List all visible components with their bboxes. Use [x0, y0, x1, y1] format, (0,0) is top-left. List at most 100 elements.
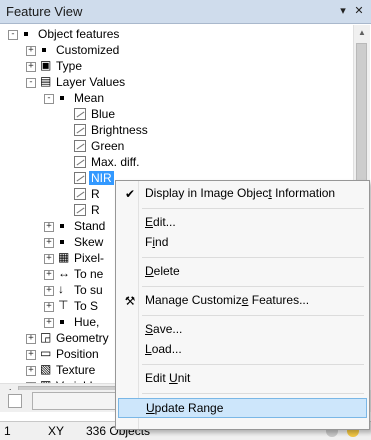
tree-node-label: R — [91, 203, 100, 217]
tree-node-label: Skew — [74, 235, 104, 249]
menu-item-find[interactable]: Find — [118, 233, 367, 253]
expand-icon[interactable]: + — [26, 366, 36, 376]
bullet-icon — [24, 32, 28, 36]
sub-object-icon: ↓ — [58, 282, 64, 296]
menu-item-label: Display in Image Object Information — [145, 186, 336, 200]
expand-icon[interactable]: + — [26, 350, 36, 360]
bullet-icon — [60, 96, 64, 100]
menu-item-label: Find — [145, 235, 169, 249]
expand-icon[interactable]: + — [44, 270, 54, 280]
tree-node[interactable]: Max. diff. — [4, 154, 349, 170]
feature-chart-icon — [74, 108, 86, 120]
menu-item-manage-customize-features[interactable]: ⚒ Manage Customize Features... — [118, 291, 367, 311]
feature-chart-icon — [74, 204, 86, 216]
layer-values-icon: ▤ — [40, 74, 52, 88]
pixel-grid-icon: ▦ — [58, 250, 70, 264]
tree-node-label: To su — [74, 283, 103, 297]
tree-node-label: NIR — [89, 171, 114, 185]
menu-separator — [142, 393, 364, 394]
menu-item-display-in-image-object-information[interactable]: ✔ Display in Image Object Information — [118, 184, 367, 204]
expand-icon[interactable]: + — [26, 46, 36, 56]
tree-node-label: Hue, — [74, 315, 100, 329]
tree-node-label: Geometry — [56, 331, 109, 345]
expand-icon[interactable]: + — [44, 254, 54, 264]
title-bar: Feature View ▾ ✕ — [0, 0, 371, 24]
tree-node-label: Max. diff. — [91, 155, 140, 169]
tree-node-label: Object features — [38, 27, 120, 41]
expand-icon[interactable]: + — [44, 222, 54, 232]
menu-item-label: Delete — [145, 264, 180, 278]
tree-node-label: Position — [56, 347, 99, 361]
scroll-up-icon[interactable]: ▲ — [354, 25, 370, 41]
tree-node-label: Customized — [56, 43, 120, 57]
menu-item-label: Manage Customize Features... — [145, 293, 310, 307]
tools-icon: ⚒ — [124, 294, 136, 308]
bullet-icon — [60, 224, 64, 228]
tree-node-label: Texture — [56, 363, 96, 377]
menu-separator — [142, 364, 364, 365]
context-menu: ✔ Display in Image Object Information Edit… — [115, 180, 370, 430]
type-icon: ▣ — [40, 58, 52, 72]
tree-node[interactable]: - ▤ Layer Values — [4, 74, 349, 90]
tree-node[interactable]: Green — [4, 138, 349, 154]
expand-icon[interactable]: + — [44, 318, 54, 328]
bullet-icon — [60, 320, 64, 324]
menu-item-label: Edit... — [145, 215, 176, 229]
tree-node[interactable]: - Mean — [4, 90, 349, 106]
menu-item-label: Edit Unit — [145, 371, 191, 385]
tree-node[interactable]: + Customized — [4, 42, 349, 58]
status-level: 1 — [4, 424, 11, 438]
menu-item-update-range[interactable]: Update Range — [118, 398, 367, 418]
tree-node-label: To ne — [74, 267, 104, 281]
pin-dropdown-icon[interactable]: ▾ — [336, 3, 350, 19]
tree-node[interactable]: - Object features — [4, 26, 349, 42]
bullet-icon — [60, 240, 64, 244]
menu-item-load[interactable]: Load... — [118, 340, 367, 360]
collapse-icon[interactable]: - — [8, 30, 18, 40]
menu-item-edit[interactable]: Edit... — [118, 213, 367, 233]
option-checkbox[interactable] — [8, 394, 22, 408]
status-unit: XY — [48, 424, 65, 438]
expand-icon[interactable]: + — [44, 302, 54, 312]
window-title: Feature View — [6, 4, 83, 19]
tree-node-label: Brightness — [91, 123, 148, 137]
expand-icon[interactable]: + — [26, 334, 36, 344]
menu-separator — [142, 286, 364, 287]
menu-item-save[interactable]: Save... — [118, 320, 367, 340]
menu-item-delete[interactable]: Delete — [118, 262, 367, 282]
menu-item-edit-unit[interactable]: Edit Unit — [118, 369, 367, 389]
tree-node-label: Pixel- — [74, 251, 105, 265]
tree-node-label: R — [91, 187, 100, 201]
geometry-icon: ◲ — [40, 330, 52, 344]
expand-icon[interactable]: + — [44, 286, 54, 296]
feature-chart-icon — [74, 188, 86, 200]
tree-node[interactable]: Blue — [4, 106, 349, 122]
tree-node-label: Type — [56, 59, 83, 73]
checkmark-icon: ✔ — [124, 187, 136, 201]
tree-node-label: To S — [74, 299, 99, 313]
expand-icon[interactable]: + — [26, 62, 36, 72]
tree-node[interactable]: + ▣ Type — [4, 58, 349, 74]
super-object-icon: ⊤ — [58, 298, 69, 312]
menu-separator — [142, 208, 364, 209]
tree-node-label: Green — [91, 139, 125, 153]
tree-node[interactable]: Brightness — [4, 122, 349, 138]
feature-chart-icon — [74, 156, 86, 168]
collapse-icon[interactable]: - — [44, 94, 54, 104]
menu-separator — [142, 315, 364, 316]
texture-icon: ▧ — [40, 362, 52, 376]
bullet-icon — [42, 48, 46, 52]
collapse-icon[interactable]: - — [26, 78, 36, 88]
feature-chart-icon — [74, 172, 86, 184]
expand-icon[interactable]: + — [44, 238, 54, 248]
feature-chart-icon — [74, 140, 86, 152]
close-icon[interactable]: ✕ — [352, 3, 366, 19]
menu-separator — [142, 257, 364, 258]
tree-node-label: Layer Values — [56, 75, 126, 89]
tree-node-label: Stand — [74, 219, 106, 233]
tree-node-label: Mean — [74, 91, 105, 105]
position-icon: ▭ — [40, 346, 52, 360]
feature-chart-icon — [74, 124, 86, 136]
tree-node-label: Blue — [91, 107, 116, 121]
neighbor-arrow-icon: ↔ — [58, 266, 70, 280]
